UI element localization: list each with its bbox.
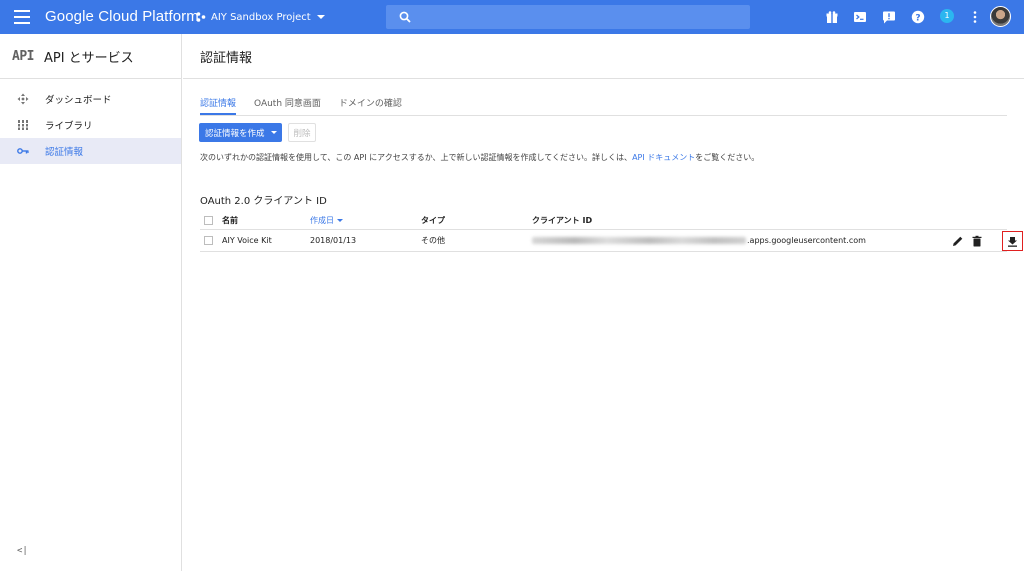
client-id: .apps.googleusercontent.com — [532, 230, 866, 251]
sidebar-item-label: ライブラリ — [45, 121, 93, 132]
column-header-client-id[interactable]: クライアント ID — [532, 211, 592, 229]
sort-desc-icon — [337, 218, 343, 222]
search-bar[interactable] — [386, 5, 750, 29]
main-content: 認証情報 認証情報 OAuth 同意画面 ドメインの確認 認証情報を作成 削除 … — [183, 34, 1024, 571]
project-name: AIY Sandbox Project — [211, 11, 311, 23]
search-input[interactable] — [419, 10, 739, 24]
table-row: AIY Voice Kit 2018/01/13 その他 .apps.googl… — [200, 230, 1023, 252]
table-header-row: 名前 作成日 タイプ クライアント ID — [200, 211, 1007, 230]
client-id-suffix: .apps.googleusercontent.com — [747, 236, 866, 245]
page-header: 認証情報 — [183, 34, 1024, 79]
gift-icon[interactable] — [825, 10, 839, 24]
create-credentials-label: 認証情報を作成 — [205, 127, 265, 138]
row-checkbox[interactable] — [204, 236, 213, 245]
brand-title[interactable]: Google Cloud Platform — [45, 8, 199, 25]
notification-badge[interactable]: 1 — [940, 9, 954, 23]
create-credentials-button[interactable]: 認証情報を作成 — [199, 123, 282, 142]
cloud-shell-icon[interactable] — [853, 10, 867, 24]
sidebar-item-credentials[interactable]: 認証情報 — [0, 138, 181, 164]
menu-icon[interactable] — [14, 10, 30, 24]
created-date: 2018/01/13 — [310, 236, 357, 245]
download-json-button[interactable] — [1002, 231, 1023, 251]
svg-text:?: ? — [915, 13, 920, 23]
sidebar-title: API とサービス — [43, 50, 134, 66]
download-icon — [1008, 236, 1017, 247]
top-app-bar: Google Cloud Platform AIY Sandbox Projec… — [0, 0, 1024, 34]
redacted-client-id — [532, 237, 746, 244]
collapse-sidebar-icon[interactable]: <| — [17, 546, 28, 556]
delete-button[interactable]: 削除 — [288, 123, 316, 142]
client-name-link[interactable]: AIY Voice Kit — [222, 230, 272, 251]
select-all-checkbox[interactable] — [204, 216, 213, 225]
tab-domain-verification[interactable]: ドメインの確認 — [339, 96, 402, 115]
sidebar-item-library[interactable]: ライブラリ — [0, 112, 181, 138]
column-header-created-label: 作成日 — [310, 215, 334, 225]
project-selector[interactable]: AIY Sandbox Project — [196, 7, 325, 27]
chevron-down-icon — [270, 131, 277, 134]
sidebar-nav: ダッシュボード ライブラリ 認証情報 — [0, 79, 181, 164]
client-type: その他 — [421, 236, 445, 245]
sidebar-item-dashboard[interactable]: ダッシュボード — [0, 86, 181, 112]
edit-icon[interactable] — [952, 235, 964, 247]
sidebar: API API とサービス ダッシュボード ライブラリ 認証情報 <| — [0, 34, 182, 571]
sidebar-item-label: ダッシュボード — [45, 95, 112, 106]
sidebar-item-label: 認証情報 — [45, 147, 84, 158]
description-after: をご覧ください。 — [695, 153, 760, 162]
page-title: 認証情報 — [200, 50, 253, 66]
column-header-type[interactable]: タイプ — [421, 211, 445, 229]
description-before: 次のいずれかの認証情報を使用して、この API にアクセスするか、上で新しい認証… — [200, 153, 633, 162]
library-icon — [17, 120, 29, 130]
api-docs-link[interactable]: API ドキュメント — [632, 153, 695, 162]
oauth-clients-table: 名前 作成日 タイプ クライアント ID AIY Voice Kit 2018/… — [200, 211, 1023, 252]
feedback-icon[interactable] — [882, 10, 896, 24]
delete-icon[interactable] — [971, 235, 983, 247]
description-text: 次のいずれかの認証情報を使用して、この API にアクセスするか、上で新しい認証… — [200, 152, 759, 163]
search-icon — [399, 11, 411, 23]
project-icon — [196, 12, 206, 22]
tab-divider — [200, 115, 1007, 116]
dashboard-icon — [17, 93, 29, 105]
chevron-down-icon — [316, 15, 325, 19]
tab-oauth-consent[interactable]: OAuth 同意画面 — [254, 96, 321, 115]
oauth-section-title: OAuth 2.0 クライアント ID — [200, 196, 327, 207]
column-header-created[interactable]: 作成日 — [310, 211, 343, 229]
api-logo: API — [12, 48, 34, 64]
tab-bar: 認証情報 OAuth 同意画面 ドメインの確認 — [200, 96, 420, 116]
help-icon[interactable]: ? — [911, 10, 925, 24]
avatar[interactable] — [990, 6, 1011, 27]
tab-credentials[interactable]: 認証情報 — [200, 96, 237, 115]
key-icon — [17, 148, 29, 154]
column-header-name[interactable]: 名前 — [222, 211, 238, 229]
sidebar-header: API API とサービス — [0, 34, 181, 79]
more-vert-icon[interactable] — [968, 10, 982, 24]
